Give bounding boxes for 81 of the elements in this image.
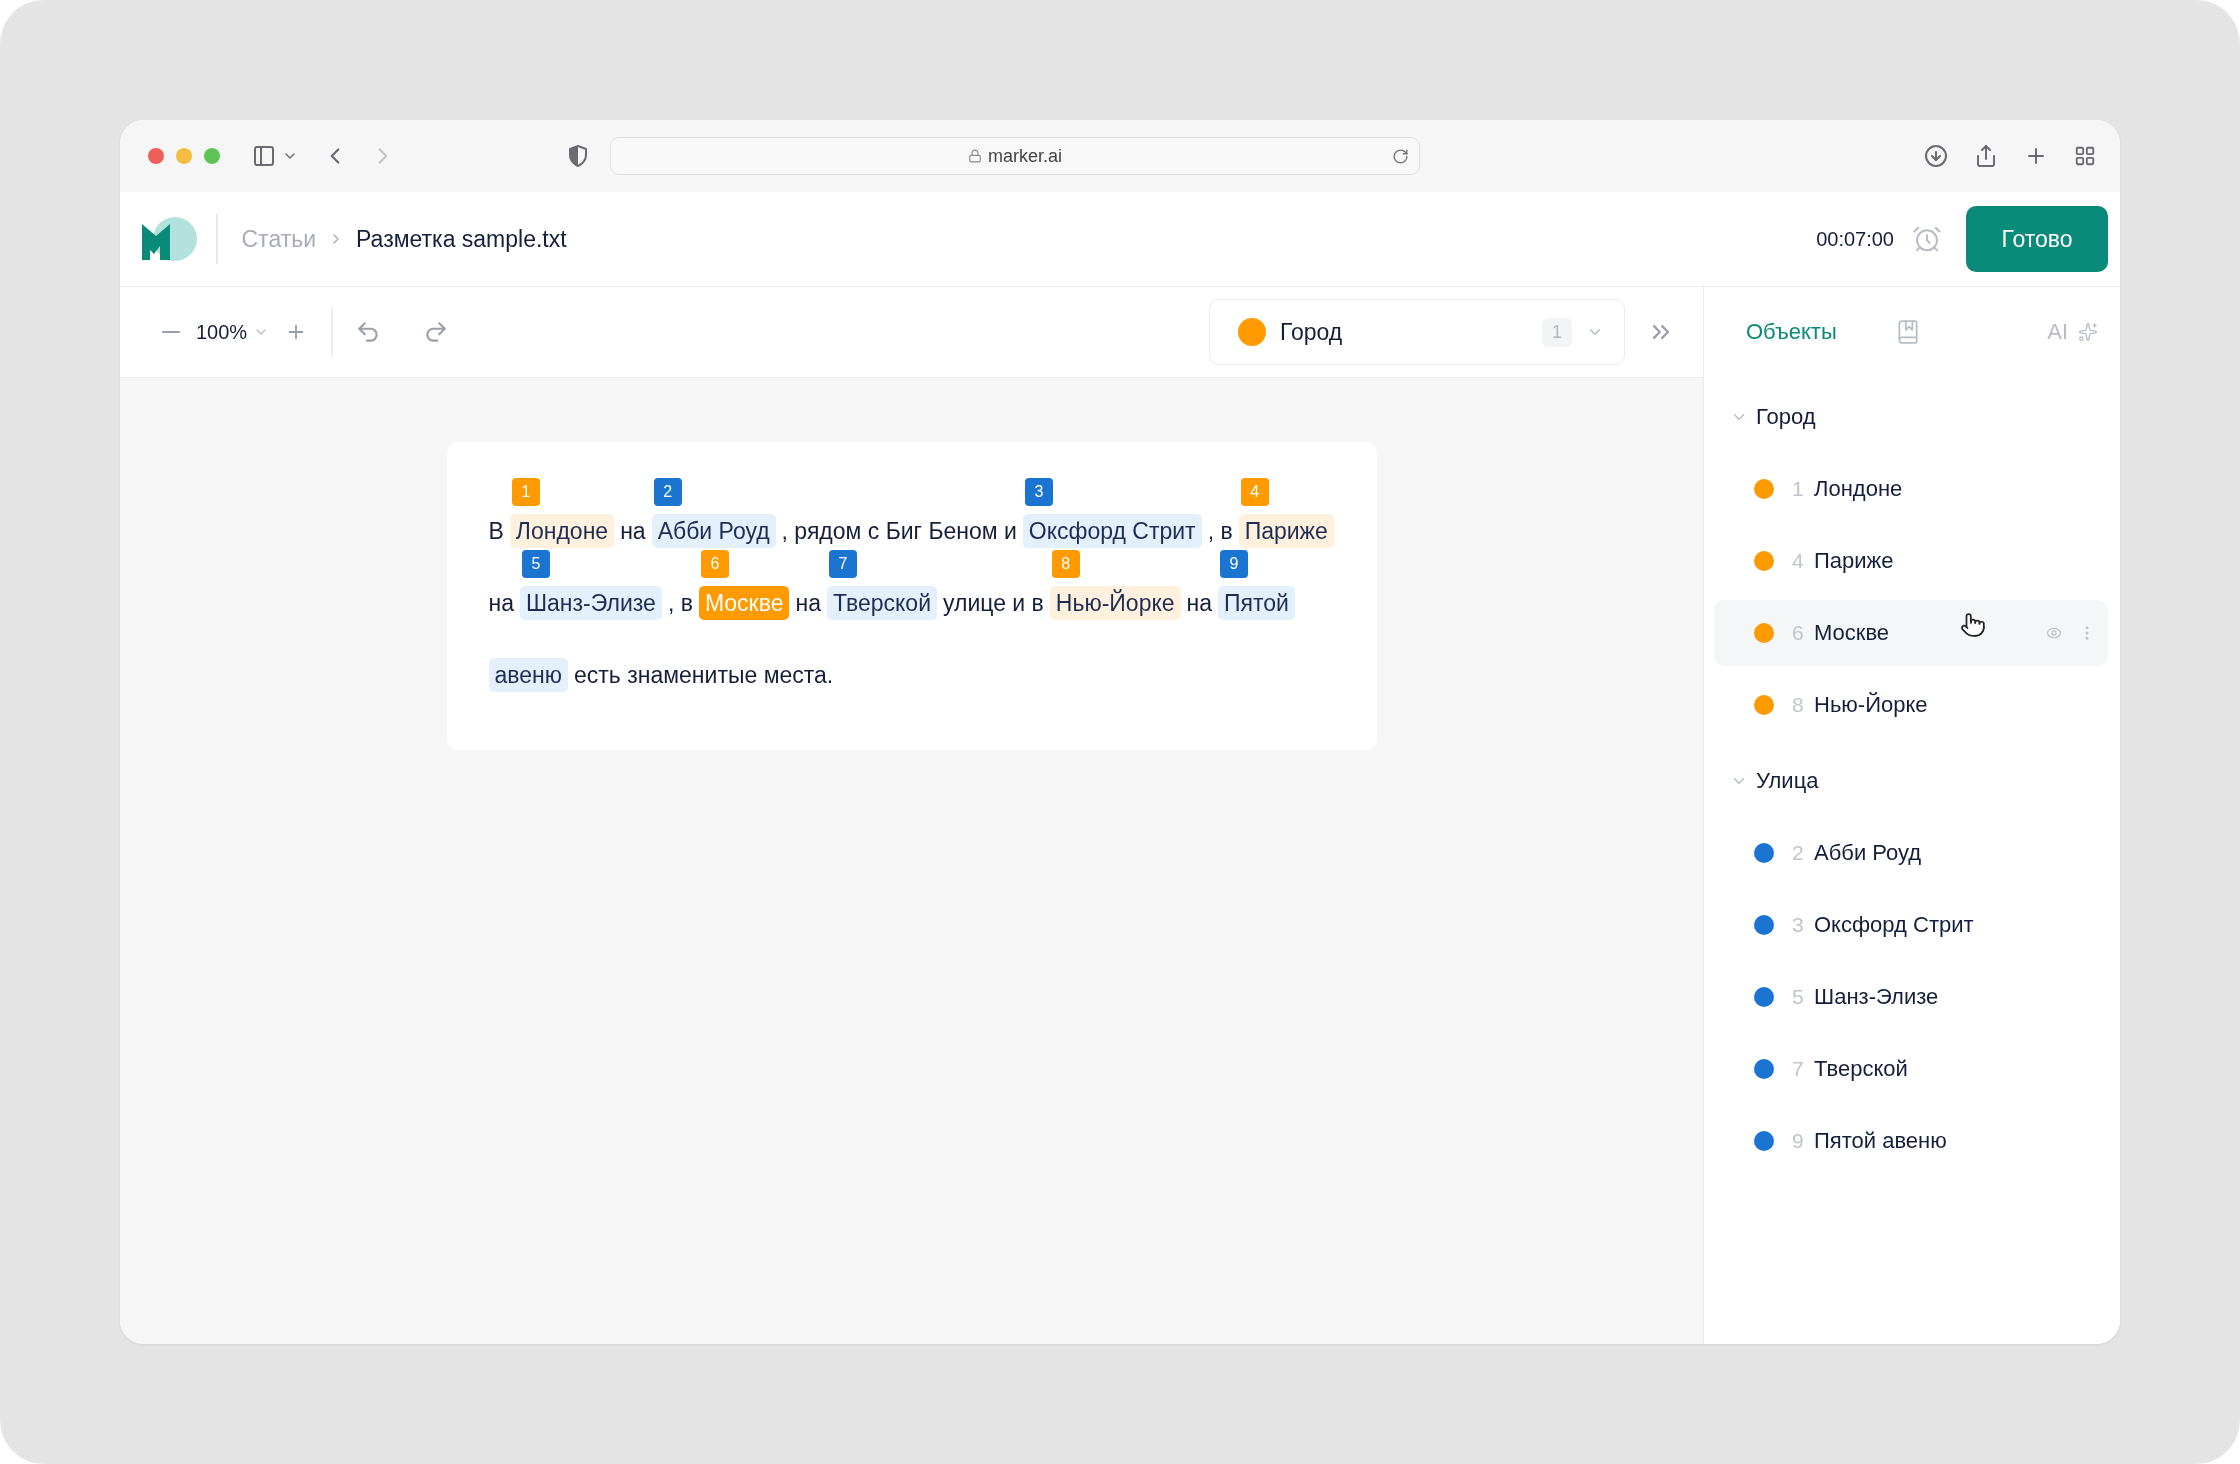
entity-number-badge: 6 [700, 550, 729, 578]
object-name: Париже [1814, 548, 1894, 574]
object-row[interactable]: 2 Абби Роуд [1714, 820, 2108, 886]
highlighted-entity[interactable]: Нью-Йорке [1049, 586, 1181, 620]
object-name: Москве [1814, 620, 1890, 646]
entity-number-badge: 8 [1051, 550, 1080, 578]
object-number: 8 [1792, 693, 1805, 717]
group-header[interactable]: Улица [1704, 745, 2120, 817]
entity-number-badge: 3 [1024, 478, 1053, 506]
document-text: есть знаменитые места. [574, 661, 834, 690]
object-number: 2 [1792, 841, 1805, 865]
highlighted-entity[interactable]: Тверской [826, 586, 937, 620]
lock-icon [968, 149, 982, 163]
highlighted-entity[interactable]: Пятой [1218, 586, 1295, 620]
objects-tab[interactable]: Объекты [1742, 315, 1841, 349]
object-number: 1 [1792, 477, 1805, 501]
tab-overview-icon[interactable] [2074, 145, 2096, 167]
object-row[interactable]: 3 Оксфорд Стрит [1714, 892, 2108, 958]
object-name: Тверской [1814, 1056, 1908, 1082]
breadcrumb: Разметка sample.txt [356, 225, 567, 253]
eye-icon[interactable] [2046, 625, 2062, 641]
object-row[interactable]: 8 Нью-Йорке [1714, 672, 2108, 738]
group-header[interactable]: Город [1704, 381, 2120, 453]
entity-number-badge: 1 [511, 478, 540, 506]
document-text: , в [667, 589, 693, 618]
highlighted-entity[interactable]: Париже [1238, 514, 1334, 548]
object-name: Оксфорд Стрит [1814, 912, 1974, 938]
entity-type-select[interactable]: Город 1 [1209, 299, 1625, 365]
type-label: Город [1280, 318, 1343, 346]
address-bar[interactable]: marker.ai [610, 137, 1420, 175]
object-number: 7 [1792, 1057, 1805, 1081]
minimize-window-button[interactable] [176, 148, 192, 164]
sidebar-toggle-icon[interactable] [252, 144, 276, 168]
sparkles-icon [2078, 322, 2098, 342]
entity-number-badge: 7 [828, 550, 857, 578]
highlighted-entity[interactable]: авеню [488, 658, 568, 692]
object-name: Шанз-Элизе [1814, 984, 1939, 1010]
document-text: на [488, 589, 514, 618]
object-name: Пятой авеню [1814, 1128, 1947, 1154]
object-row[interactable]: 5 Шанз-Элизе [1714, 964, 2108, 1030]
document-text: В [488, 517, 504, 546]
highlighted-entity[interactable]: Шанз-Элизе [520, 586, 662, 620]
object-number: 5 [1792, 985, 1805, 1009]
close-window-button[interactable] [148, 148, 164, 164]
entity-number-badge: 4 [1240, 478, 1269, 506]
maximize-window-button[interactable] [204, 148, 220, 164]
highlighted-entity[interactable]: Оксфорд Стрит [1022, 514, 1202, 548]
entity-number-badge: 2 [653, 478, 682, 506]
share-icon[interactable] [1974, 144, 1998, 168]
object-number: 9 [1792, 1129, 1805, 1153]
object-name: Абби Роуд [1814, 840, 1922, 866]
document-text: улице и в [943, 589, 1044, 618]
done-button[interactable]: Готово [1966, 206, 2108, 272]
highlighted-entity[interactable]: Лондоне [509, 514, 615, 548]
object-row[interactable]: 1 Лондоне [1714, 456, 2108, 522]
object-name: Нью-Йорке [1814, 692, 1928, 718]
object-number: 3 [1792, 913, 1805, 937]
entity-number-badge: 9 [1220, 550, 1249, 578]
object-row[interactable]: 9 Пятой авеню [1714, 1108, 2108, 1174]
document-text: , в [1207, 517, 1233, 546]
type-count: 1 [1542, 317, 1572, 347]
object-number: 4 [1792, 549, 1805, 573]
document-text: , рядом с Биг Беном и [781, 517, 1017, 546]
highlighted-entity[interactable]: Абби Роуд [651, 514, 776, 548]
alarm-clock-icon [1912, 224, 1942, 254]
object-row[interactable]: 7 Тверской [1714, 1036, 2108, 1102]
logo[interactable] [140, 214, 198, 264]
url-text: marker.ai [988, 145, 1062, 167]
timer: 00:07:00 [1816, 227, 1894, 251]
entity-number-badge: 5 [522, 550, 550, 578]
object-name: Лондоне [1814, 476, 1903, 502]
minus-icon [162, 331, 180, 333]
pointer-hand-icon [1960, 612, 1986, 638]
shield-icon[interactable] [568, 145, 588, 167]
document-text: на [795, 589, 821, 618]
download-icon[interactable] [1924, 144, 1948, 168]
zoom-select[interactable]: 100% [190, 319, 276, 345]
document-text: на [620, 517, 646, 546]
document-text: на [1186, 589, 1213, 618]
object-row[interactable]: 4 Париже [1714, 528, 2108, 594]
reload-icon[interactable] [1392, 147, 1409, 165]
